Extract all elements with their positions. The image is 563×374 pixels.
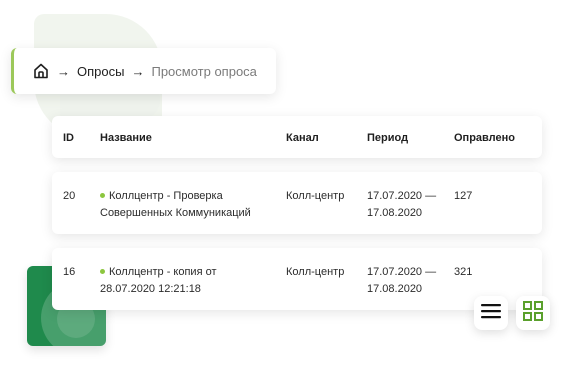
status-dot	[100, 192, 105, 198]
row-name-line2: Совершенных Коммуникаций	[100, 207, 251, 219]
row-period: 17.07.2020 — 17.08.2020	[367, 264, 436, 298]
table-header: ID Название Канал Период Оправлено	[52, 116, 542, 158]
home-icon[interactable]	[32, 62, 50, 80]
row-name-line1: Коллцентр - копия от	[109, 266, 217, 278]
grid-view-icon	[523, 300, 543, 326]
breadcrumb-separator: →	[131, 63, 145, 79]
row-name-line1: Коллцентр - Проверка	[109, 190, 223, 202]
list-view-button[interactable]	[474, 296, 508, 330]
breadcrumb-separator: →	[57, 63, 70, 79]
row-period: 17.07.2020 — 17.08.2020	[367, 188, 436, 222]
column-header-period[interactable]: Период	[367, 130, 408, 147]
table-row[interactable]: 20 Коллцентр - Проверка Совершенных Комм…	[52, 172, 542, 234]
breadcrumb-link-surveys[interactable]: Опросы	[77, 64, 124, 79]
status-dot	[100, 268, 105, 274]
breadcrumb: → Опросы → Просмотр опроса	[11, 48, 276, 94]
row-period-end: 17.08.2020	[367, 207, 423, 219]
row-id: 16	[63, 266, 76, 278]
column-header-sent[interactable]: Оправлено	[454, 130, 515, 147]
row-id: 20	[63, 190, 76, 202]
row-period-end: 17.08.2020	[367, 283, 423, 295]
row-channel: Колл-центр	[286, 266, 345, 278]
row-name[interactable]: Коллцентр - Проверка Совершенных Коммуни…	[100, 188, 280, 222]
row-sent-count: 321	[454, 266, 473, 278]
column-header-id[interactable]: ID	[63, 130, 74, 147]
row-period-start: 17.07.2020 —	[367, 190, 437, 202]
table-row[interactable]: 16 Коллцентр - копия от 28.07.2020 12:21…	[52, 248, 542, 310]
row-channel: Колл-центр	[286, 190, 345, 202]
column-header-channel[interactable]: Канал	[286, 130, 319, 147]
list-view-icon	[481, 303, 501, 324]
row-sent-count: 127	[454, 190, 473, 202]
row-period-start: 17.07.2020 —	[367, 266, 437, 278]
grid-view-button[interactable]	[516, 296, 550, 330]
column-header-name[interactable]: Название	[100, 130, 152, 147]
breadcrumb-current-page: Просмотр опроса	[151, 63, 257, 79]
row-name-line2: 28.07.2020 12:21:18	[100, 283, 201, 295]
row-name[interactable]: Коллцентр - копия от 28.07.2020 12:21:18	[100, 264, 280, 298]
